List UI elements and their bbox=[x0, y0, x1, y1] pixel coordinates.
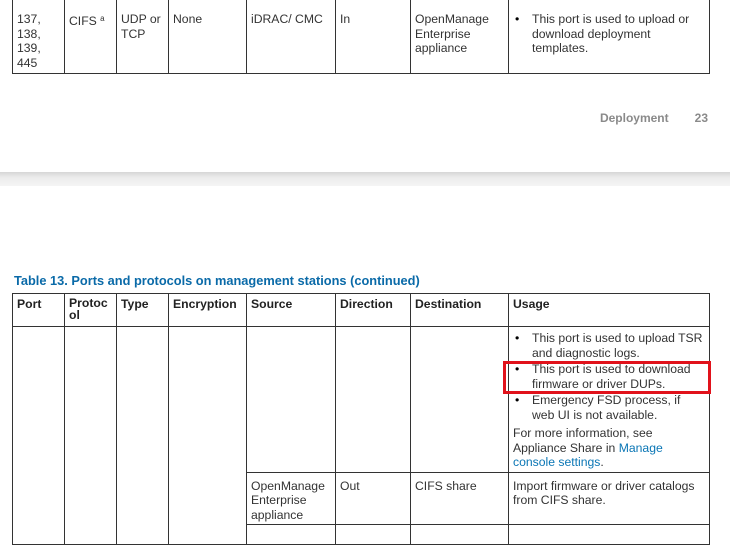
direction-cell bbox=[335, 524, 411, 545]
usage-cell: This port is used to upload or download … bbox=[508, 0, 710, 74]
highlight-box bbox=[503, 361, 711, 394]
ports-table-previous: 137, 138, 139, 445 CIFS a UDP or TCP Non… bbox=[12, 0, 710, 74]
footnote-marker: a bbox=[100, 14, 105, 23]
header-type: Type bbox=[116, 293, 169, 327]
table-row: This port is used to upload TSR and diag… bbox=[12, 326, 710, 545]
usage-note: For more information, see Appliance Shar… bbox=[513, 424, 705, 470]
header-encryption: Encryption bbox=[168, 293, 247, 327]
type-cell bbox=[116, 326, 169, 545]
source-cell bbox=[246, 326, 336, 473]
port-cell: 137, 138, 139, 445 bbox=[12, 0, 65, 74]
header-protocol: Protoc ol bbox=[64, 293, 117, 327]
ports-table: Port Protoc ol Type Encryption Source Dir… bbox=[12, 293, 710, 545]
port-cell bbox=[12, 326, 65, 545]
table-row: 137, 138, 139, 445 CIFS a UDP or TCP Non… bbox=[12, 0, 710, 74]
direction-cell bbox=[335, 326, 411, 473]
usage-note-end: . bbox=[600, 455, 604, 469]
type-cell: UDP or TCP bbox=[116, 0, 169, 74]
protocol-cell: CIFS a bbox=[64, 0, 117, 74]
page-footer: Deployment 23 bbox=[600, 111, 708, 125]
current-page: Table 13. Ports and protocols on managem… bbox=[0, 186, 730, 545]
direction-cell: In bbox=[335, 0, 411, 74]
encryption-cell: None bbox=[168, 0, 247, 74]
encryption-cell bbox=[168, 326, 247, 545]
usage-bullet: This port is used to upload TSR and diag… bbox=[513, 331, 705, 360]
previous-page: 137, 138, 139, 445 CIFS a UDP or TCP Non… bbox=[0, 0, 730, 172]
usage-cell bbox=[508, 524, 710, 545]
header-usage: Usage bbox=[508, 293, 710, 327]
destination-cell bbox=[410, 524, 509, 545]
usage-cell: Import firmware or driver catalogs from … bbox=[508, 471, 710, 525]
source-cell bbox=[246, 524, 336, 545]
footer-section: Deployment bbox=[599, 111, 669, 125]
source-cell: OpenManage Enterprise appliance bbox=[246, 471, 336, 525]
page-separator bbox=[0, 172, 730, 186]
destination-cell bbox=[410, 326, 509, 473]
source-cell: iDRAC/ CMC bbox=[246, 0, 336, 74]
direction-cell: Out bbox=[335, 471, 411, 525]
destination-cell: OpenManage Enterprise appliance bbox=[410, 0, 509, 74]
header-destination: Destination bbox=[410, 293, 509, 327]
header-port: Port bbox=[12, 293, 65, 327]
table-title: Table 13. Ports and protocols on managem… bbox=[14, 273, 420, 288]
protocol-text: CIFS bbox=[69, 14, 97, 28]
footer-page-number: 23 bbox=[694, 111, 708, 125]
destination-cell: CIFS share bbox=[410, 471, 509, 525]
header-source: Source bbox=[246, 293, 336, 327]
protocol-cell bbox=[64, 326, 117, 545]
header-direction: Direction bbox=[335, 293, 411, 327]
usage-bullet: Emergency FSD process, if web UI is not … bbox=[513, 393, 705, 422]
usage-bullet: This port is used to upload or download … bbox=[513, 12, 705, 56]
usage-cell: This port is used to upload TSR and diag… bbox=[508, 326, 710, 473]
table-header-row: Port Protoc ol Type Encryption Source Dir… bbox=[12, 293, 710, 327]
